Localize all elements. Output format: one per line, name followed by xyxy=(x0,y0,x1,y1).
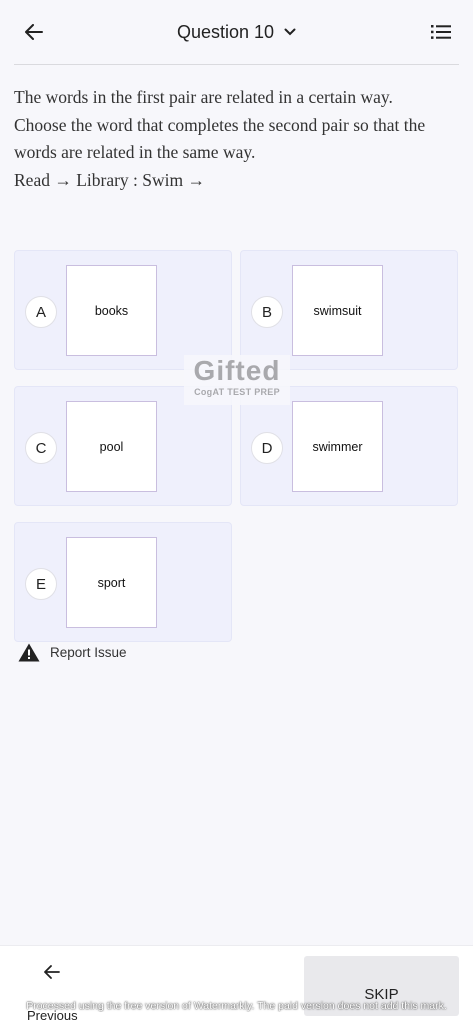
arrow-left-icon xyxy=(44,965,60,979)
chevron-down-icon xyxy=(284,28,296,36)
watermark-subtitle: CogAT TEST PREP xyxy=(194,387,280,397)
option-letter: B xyxy=(251,296,283,328)
list-icon xyxy=(431,25,451,39)
watermark-notice: Processed using the free version of Wate… xyxy=(26,1000,447,1012)
option-letter: E xyxy=(25,568,57,600)
bottom-nav: Previous SKIP xyxy=(0,945,473,1024)
option-b[interactable]: B swimsuit xyxy=(240,250,458,370)
option-answer: books xyxy=(66,265,157,356)
question-line: Choose the word that completes the secon… xyxy=(14,114,426,135)
option-answer: swimmer xyxy=(292,401,383,492)
watermark-brand: Gifted xyxy=(193,355,281,386)
report-issue-label: Report Issue xyxy=(50,645,127,660)
option-answer: pool xyxy=(66,401,157,492)
option-e[interactable]: E sport xyxy=(14,522,232,642)
question-line: words are related in the same way. xyxy=(14,142,256,162)
question-list-button[interactable] xyxy=(429,20,453,44)
report-issue-link[interactable]: Report Issue xyxy=(18,643,127,662)
question-line: Read → Library : Swim → xyxy=(14,169,206,190)
question-text: The words in the first pair are related … xyxy=(14,84,459,194)
brand-watermark: Gifted CogAT TEST PREP xyxy=(184,355,290,405)
page-title: Question 10 xyxy=(176,21,275,42)
option-answer: sport xyxy=(66,537,157,628)
option-letter: A xyxy=(25,296,57,328)
header-divider xyxy=(14,64,459,65)
top-bar: Question 10 xyxy=(0,0,473,64)
option-letter: D xyxy=(251,432,283,464)
option-letter: C xyxy=(25,432,57,464)
arrow-left-icon xyxy=(25,24,43,40)
warning-icon xyxy=(18,643,40,662)
question-selector[interactable]: Question 10 xyxy=(177,22,296,43)
option-answer: swimsuit xyxy=(292,265,383,356)
back-button[interactable] xyxy=(22,20,46,44)
question-line: The words in the first pair are related … xyxy=(14,87,393,107)
option-a[interactable]: A books xyxy=(14,250,232,370)
